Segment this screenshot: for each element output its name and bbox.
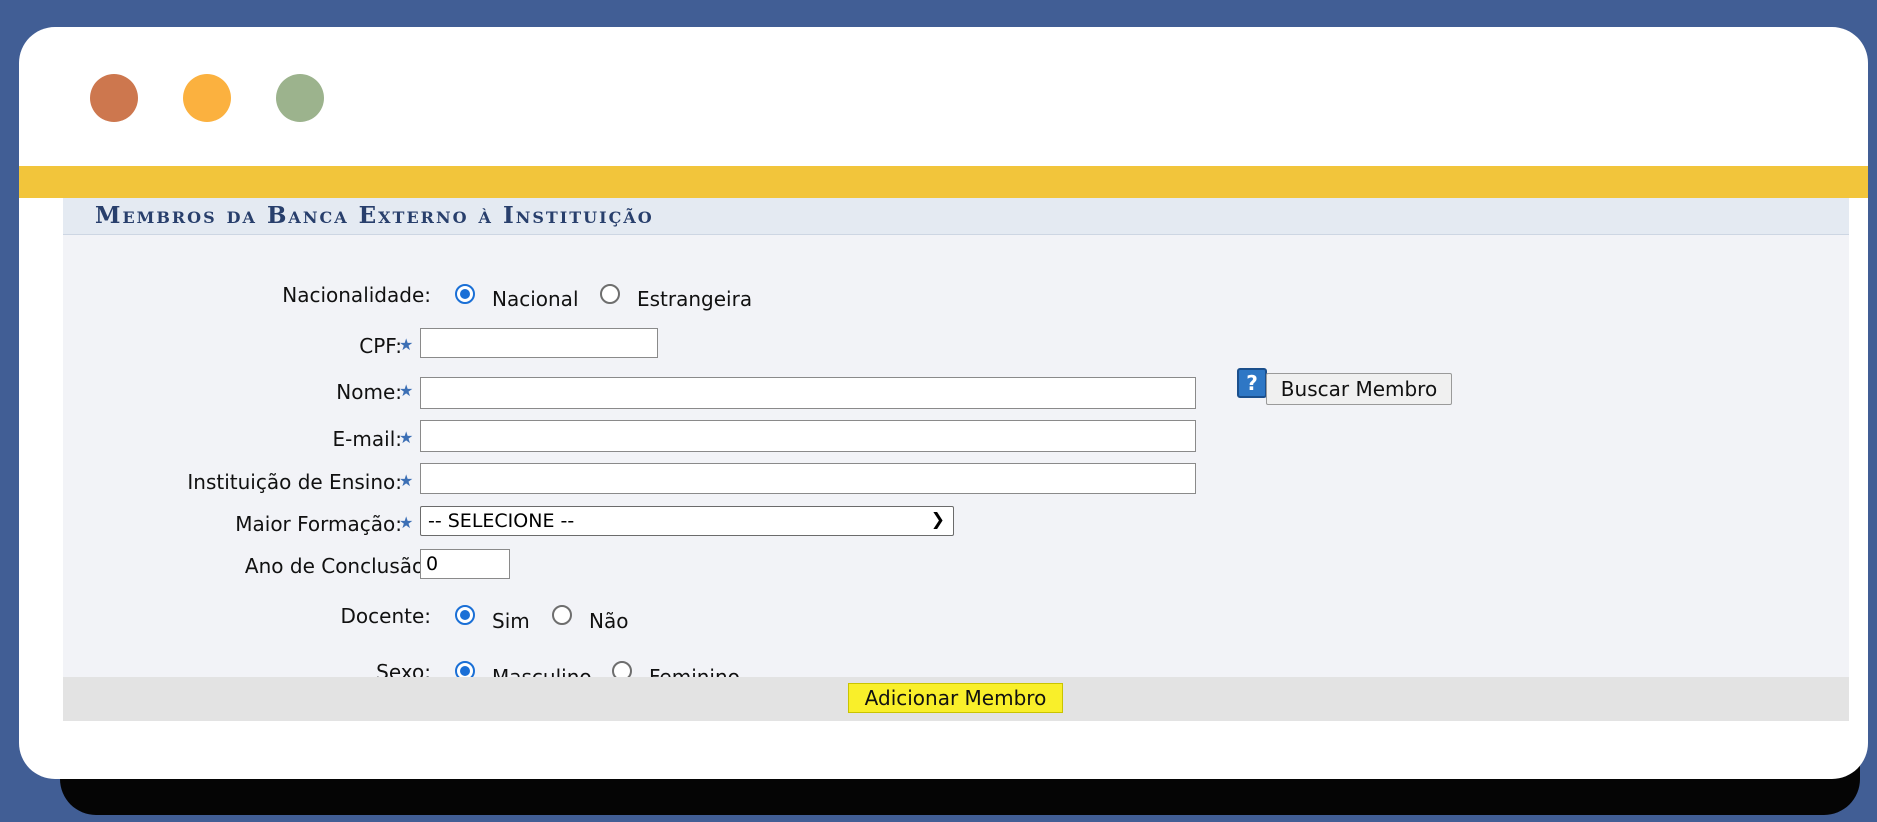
nacionalidade-label: Nacionalidade: [282, 283, 431, 307]
nome-input[interactable] [420, 377, 1196, 409]
panel-header: Membros da Banca Externo à Instituição [63, 198, 1849, 235]
cpf-label: CPF: [359, 334, 402, 358]
email-input[interactable] [420, 420, 1196, 452]
required-star-icon: ★ [399, 513, 414, 532]
required-star-icon: ★ [399, 335, 414, 354]
chevron-down-icon: ❯ [930, 510, 945, 530]
required-star-icon: ★ [399, 428, 414, 447]
ano-conclusao-label: Ano de Conclusão: [244, 554, 431, 578]
buscar-membro-button[interactable]: Buscar Membro [1266, 373, 1452, 405]
docente-sim-radio[interactable] [455, 605, 475, 625]
nome-label: Nome: [336, 380, 402, 404]
cpf-input[interactable] [420, 328, 658, 358]
instituicao-input[interactable] [420, 463, 1196, 494]
browser-window: Membros da Banca Externo à Instituição N… [19, 27, 1868, 779]
docente-sim-label: Sim [492, 609, 530, 633]
ano-conclusao-input[interactable] [420, 549, 510, 579]
help-icon[interactable]: ? [1237, 368, 1267, 398]
nacionalidade-nacional-radio[interactable] [455, 284, 475, 304]
nacionalidade-estrangeira-label: Estrangeira [637, 287, 753, 311]
docente-label: Docente: [340, 604, 432, 628]
docente-nao-radio[interactable] [552, 605, 572, 625]
maior-formacao-label: Maior Formação: [235, 512, 402, 536]
nacionalidade-estrangeira-radio[interactable] [600, 284, 620, 304]
email-label: E-mail: [332, 427, 402, 451]
maior-formacao-select[interactable]: -- SELECIONE -- ❯ [420, 506, 954, 536]
docente-nao-label: Não [589, 609, 629, 633]
minimize-window-icon[interactable] [183, 74, 231, 122]
close-window-icon[interactable] [90, 74, 138, 122]
maior-formacao-selected-value: -- SELECIONE -- [428, 510, 575, 532]
nacionalidade-nacional-label: Nacional [492, 287, 579, 311]
required-star-icon: ★ [399, 381, 414, 400]
form-footer-bar: Adicionar Membro [63, 677, 1849, 721]
panel-title: Membros da Banca Externo à Instituição [95, 202, 654, 229]
top-banner-strip [19, 166, 1868, 198]
instituicao-label: Instituição de Ensino: [187, 470, 402, 494]
adicionar-membro-button[interactable]: Adicionar Membro [848, 683, 1063, 713]
maximize-window-icon[interactable] [276, 74, 324, 122]
required-star-icon: ★ [399, 471, 414, 490]
external-members-panel: Membros da Banca Externo à Instituição N… [63, 198, 1849, 721]
